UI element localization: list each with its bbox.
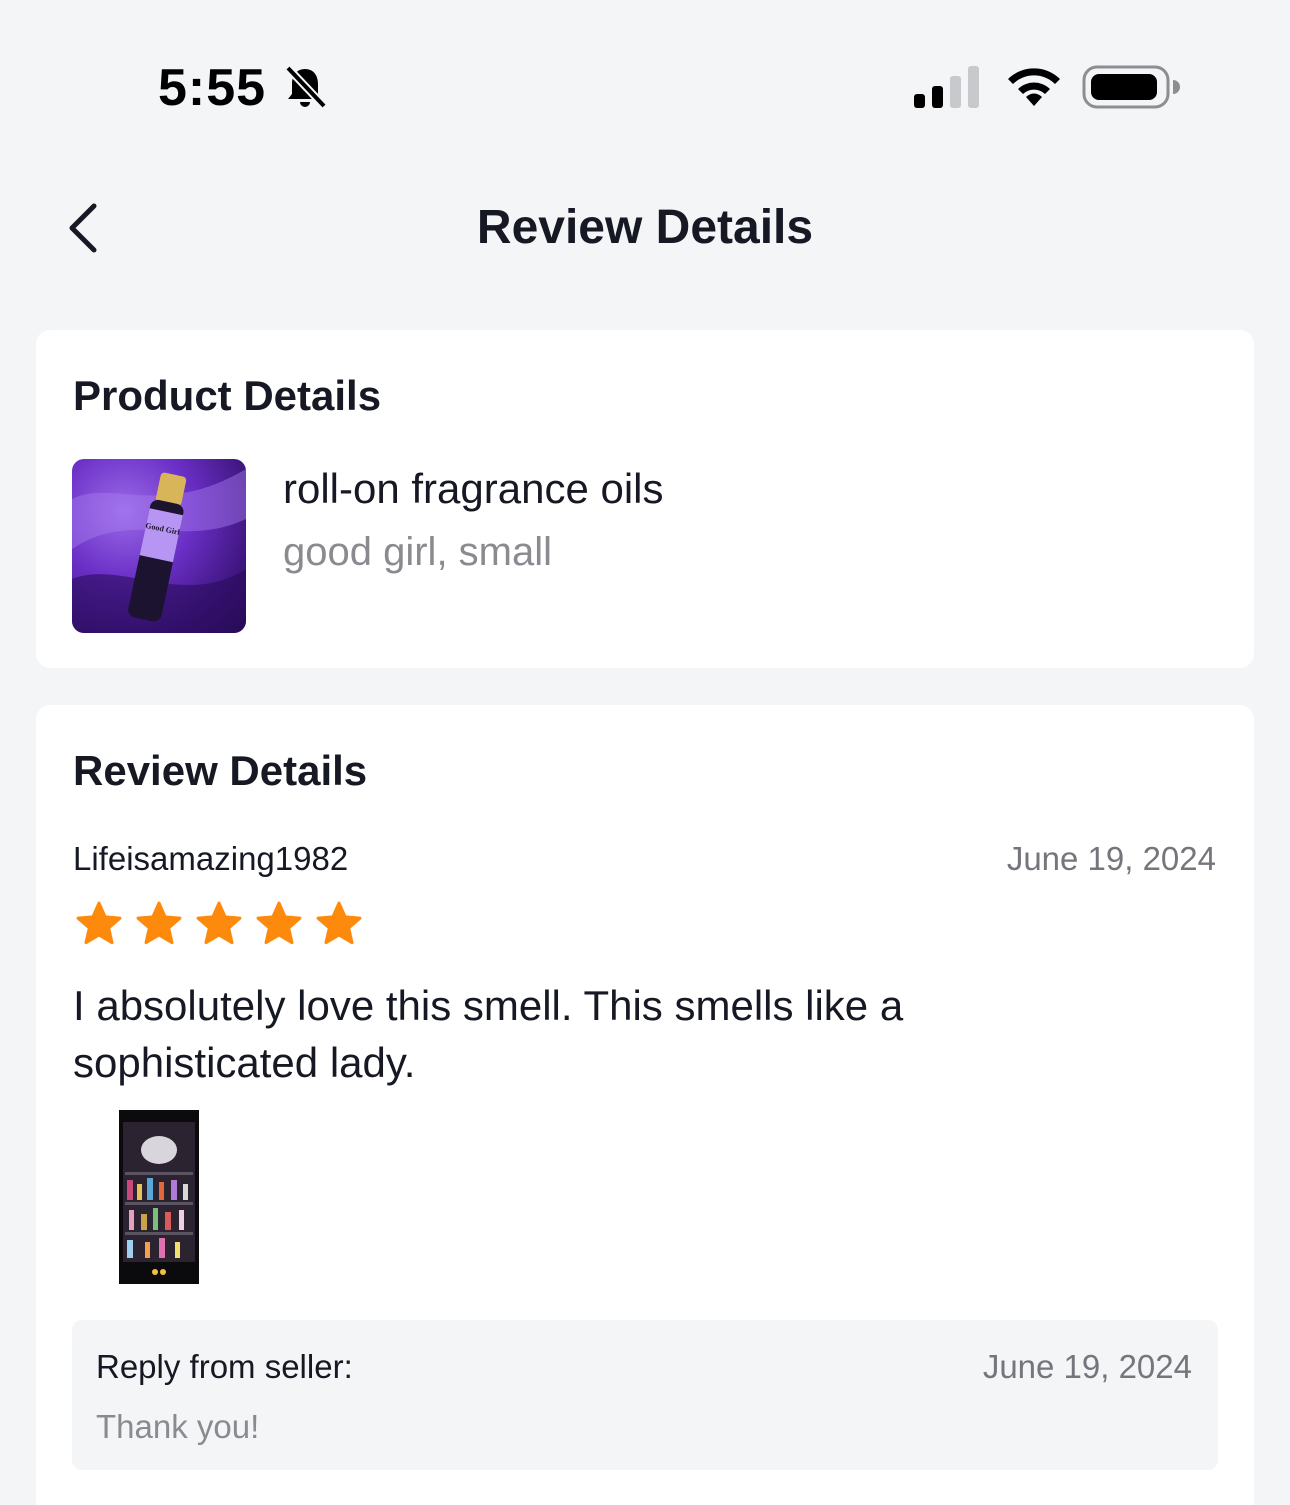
review-details-heading: Review Details — [73, 747, 368, 794]
product-image[interactable]: Good Girl — [72, 459, 246, 633]
signal-icon — [914, 66, 979, 108]
review-photo-illustration — [119, 1110, 199, 1284]
star-icon — [136, 901, 182, 945]
nav-header: Review Details — [0, 170, 1290, 290]
battery-icon — [1082, 65, 1180, 109]
status-bar: 5:55 — [0, 0, 1290, 150]
star-icon — [316, 901, 362, 945]
wifi-icon — [1008, 68, 1060, 106]
star-icon — [256, 901, 302, 945]
review-photo[interactable] — [119, 1110, 199, 1284]
review-text: I absolutely love this smell. This smell… — [73, 982, 904, 1086]
status-time: 5:55 — [158, 59, 267, 117]
page-title: Review Details — [476, 201, 814, 254]
product-name[interactable]: roll-on fragrance oils — [283, 465, 664, 513]
product-bottle-illustration: Good Girl — [72, 469, 246, 633]
star-icon — [196, 901, 242, 945]
reply-date: June 19, 2024 — [982, 1348, 1192, 1385]
reviewer-name: Lifeisamazing1982 — [73, 840, 349, 877]
bell-slash-icon — [285, 65, 327, 109]
review-date: June 19, 2024 — [1006, 840, 1216, 877]
seller-reply: Reply from seller: June 19, 2024 Thank y… — [72, 1320, 1218, 1470]
product-variant: good girl, small — [283, 530, 553, 574]
product-details-heading: Product Details — [73, 372, 382, 419]
star-rating — [73, 900, 365, 950]
reply-text: Thank you! — [96, 1408, 260, 1445]
review-details-card: Review Details Lifeisamazing1982 June 19… — [36, 705, 1254, 1505]
star-icon — [76, 901, 122, 945]
reply-label: Reply from seller: — [96, 1348, 353, 1385]
product-details-card: Product Details Good Girl roll-on fragra… — [36, 330, 1254, 668]
